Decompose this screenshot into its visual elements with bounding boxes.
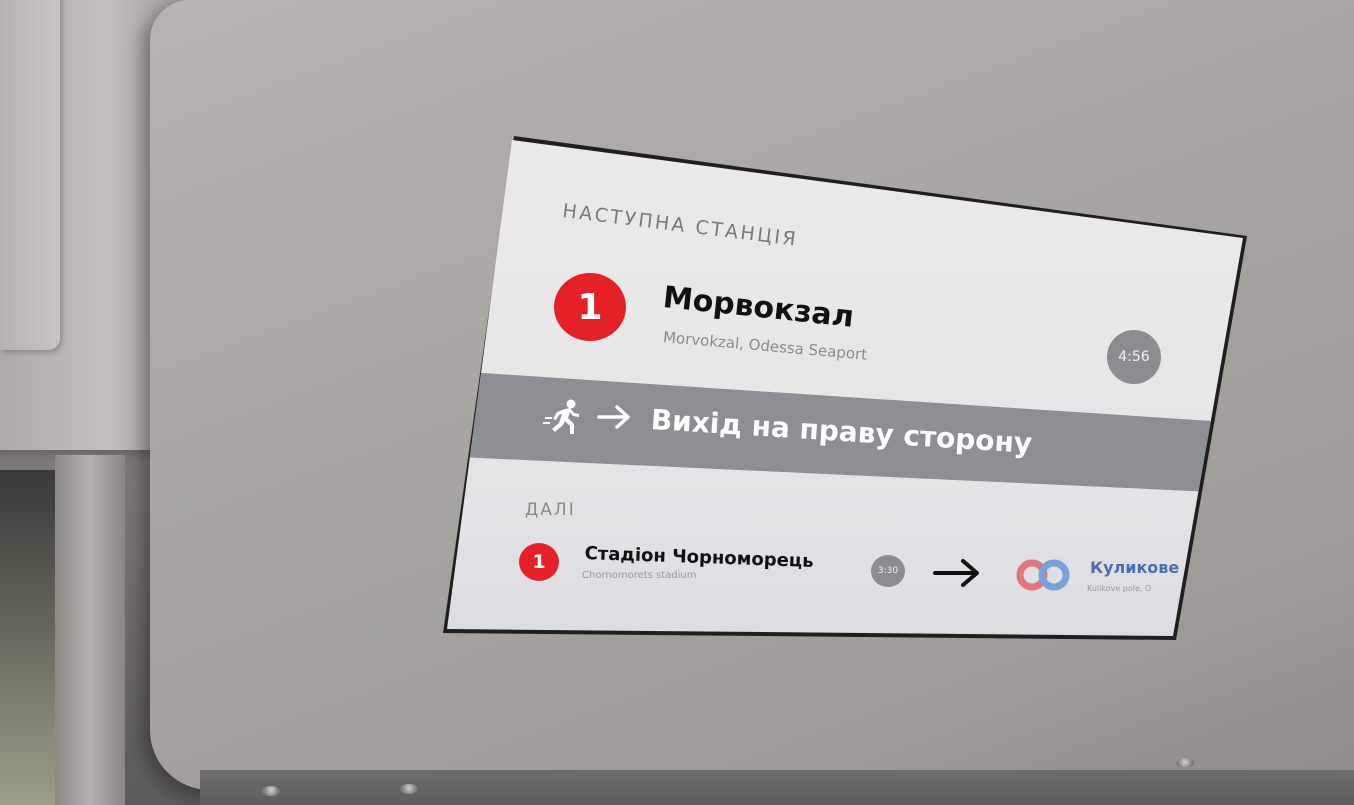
transfer-station-name-en: Kulikove pole, O xyxy=(1087,584,1152,593)
next-station-label: НАСТУПНА СТАНЦІЯ xyxy=(561,200,800,251)
window-glimpse xyxy=(0,470,60,805)
running-person-icon xyxy=(543,399,579,434)
then-label: ДАЛІ xyxy=(525,500,576,520)
transfer-station-name: Куликове xyxy=(1090,558,1180,577)
screw-icon xyxy=(1176,758,1194,768)
line-badge: 1 xyxy=(554,273,626,341)
housing-shadow xyxy=(200,770,1354,805)
arrow-right-icon xyxy=(933,559,979,587)
next-station-name: Морвокзал xyxy=(661,280,856,335)
following-station-name: Стадіон Чорноморець xyxy=(584,543,814,572)
next-station-time-badge: 4:56 xyxy=(1107,330,1161,384)
train-interior: НАСТУПНА СТАНЦІЯ 1 Морвокзал Morvokzal, … xyxy=(0,0,1354,805)
following-station-name-en: Chornomorets stadium xyxy=(582,570,697,581)
arrow-right-icon xyxy=(597,405,630,429)
screw-icon xyxy=(262,786,280,796)
transfer-rings-icon xyxy=(1016,559,1070,591)
line-badge: 1 xyxy=(519,543,559,581)
cabinet-panel xyxy=(0,0,60,350)
following-station-time-badge: 3:30 xyxy=(871,555,905,587)
screw-icon xyxy=(400,784,418,794)
pillar xyxy=(55,455,125,805)
